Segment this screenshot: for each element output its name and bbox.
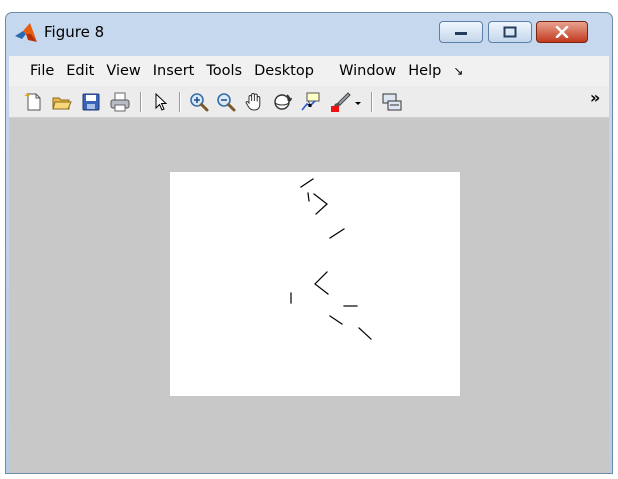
open-file-icon[interactable] <box>51 91 73 113</box>
save-icon[interactable] <box>80 91 102 113</box>
maximize-icon <box>503 26 517 38</box>
link-plot-icon[interactable] <box>381 91 403 113</box>
data-cursor-icon[interactable] <box>299 91 321 113</box>
figure-toolbar: » <box>9 86 609 118</box>
menu-edit[interactable]: Edit <box>60 63 100 79</box>
matlab-logo-icon <box>15 23 37 42</box>
print-icon[interactable] <box>109 91 131 113</box>
plot-stroke <box>329 228 345 239</box>
close-button[interactable] <box>536 21 588 43</box>
toolbar-separator <box>371 92 373 112</box>
maximize-button[interactable] <box>488 21 532 43</box>
minimize-icon <box>455 32 467 35</box>
plot-marks <box>290 178 372 340</box>
plot-stroke <box>300 178 314 188</box>
new-figure-icon[interactable] <box>23 91 45 113</box>
rotate-3d-icon[interactable] <box>271 91 293 113</box>
toolbar-separator <box>179 92 181 112</box>
menu-help[interactable]: Help <box>402 63 447 79</box>
plot-stroke <box>313 193 328 215</box>
figure-canvas <box>9 118 609 473</box>
menu-tools[interactable]: Tools <box>200 63 248 79</box>
close-icon <box>555 26 569 38</box>
plot-stroke <box>314 271 329 295</box>
axes-area[interactable] <box>170 172 460 396</box>
toolbar-separator <box>140 92 142 112</box>
menu-bar: File Edit View Insert Tools Desktop Wind… <box>9 56 609 86</box>
zoom-out-icon[interactable] <box>215 91 237 113</box>
window-title: Figure 8 <box>44 23 105 41</box>
title-bar[interactable]: Figure 8 <box>6 13 612 56</box>
menu-file[interactable]: File <box>9 63 60 79</box>
plot-stroke <box>329 315 343 325</box>
plot-stroke <box>307 192 310 202</box>
toolbar-overflow-icon[interactable]: » <box>590 88 600 107</box>
brush-icon[interactable] <box>329 91 351 113</box>
menu-view[interactable]: View <box>100 63 146 79</box>
zoom-in-icon[interactable] <box>188 91 210 113</box>
pan-icon[interactable] <box>243 91 265 113</box>
menu-insert[interactable]: Insert <box>147 63 201 79</box>
edit-plot-icon[interactable] <box>150 91 172 113</box>
brush-dropdown-icon[interactable] <box>353 91 363 113</box>
menu-desktop[interactable]: Desktop <box>248 63 333 79</box>
figure-window: Figure 8 File Edit View Insert Tools Des… <box>5 12 613 474</box>
plot-stroke <box>358 327 372 340</box>
menu-window[interactable]: Window <box>333 63 402 79</box>
menu-overflow-icon[interactable]: ↘ <box>447 64 469 78</box>
minimize-button[interactable] <box>439 21 483 43</box>
